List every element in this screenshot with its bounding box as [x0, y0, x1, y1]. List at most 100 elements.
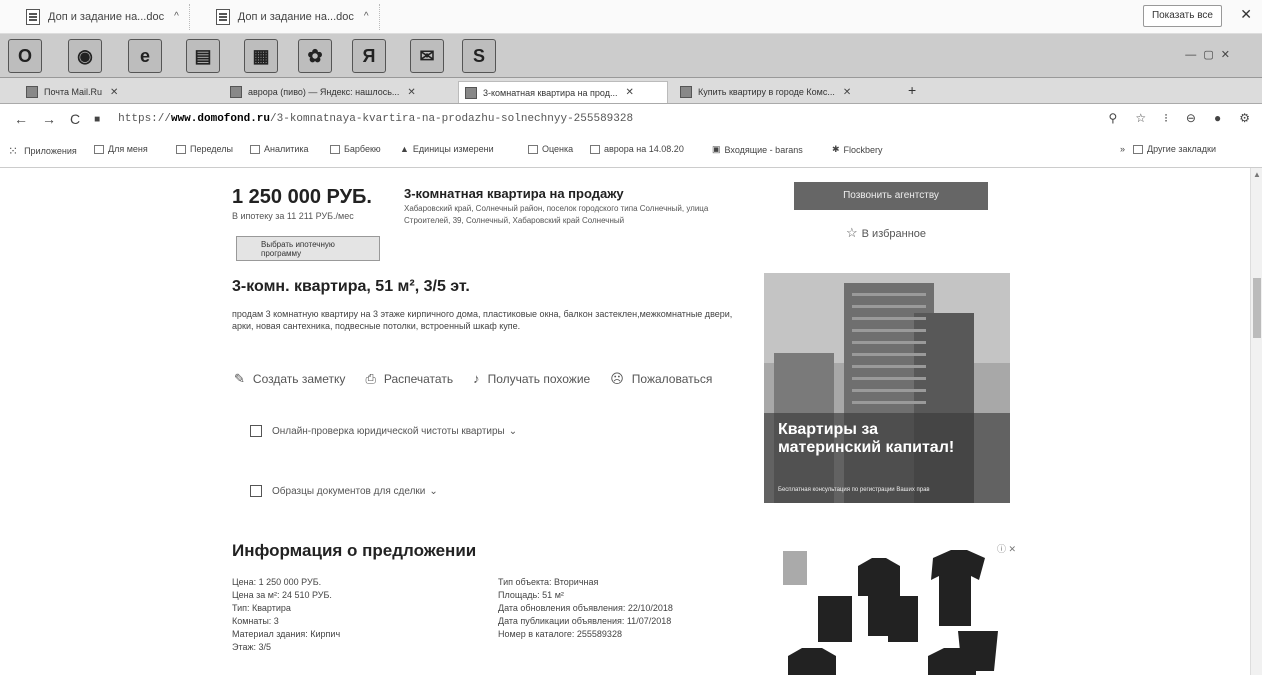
mortgage-text: В ипотеку за 11 211 РУБ./мес	[232, 211, 354, 221]
ie-icon[interactable]: e	[128, 39, 162, 73]
bookmark-folder[interactable]: Переделы	[176, 144, 233, 154]
bookmark-folder[interactable]: Для меня	[94, 144, 148, 154]
bookmark-apps[interactable]: ⁙ Приложения	[8, 144, 77, 158]
close-icon[interactable]: ✕	[407, 87, 415, 98]
tab-listing[interactable]: 3-комнатная квартира на прод... ✕	[458, 81, 668, 103]
scrollbar[interactable]: ▲	[1250, 168, 1262, 675]
document-icon	[250, 425, 262, 437]
folder-icon	[176, 144, 186, 154]
info-field: Цена за м²: 24 510 РУБ.	[232, 590, 332, 600]
offer-info-right: Тип объекта: Вторичная Площадь: 51 м² Да…	[498, 576, 673, 641]
documents-label: Образцы документов для сделки	[272, 485, 426, 497]
star-icon[interactable]: ☆	[1135, 111, 1146, 125]
ad-banner[interactable]: Квартиры за материнский капитал! Бесплат…	[764, 273, 1010, 503]
mortgage-program-button[interactable]: Выбрать ипотечную программу	[236, 236, 380, 261]
zoom-icon[interactable]: ⚲	[1109, 111, 1118, 125]
folder-icon	[94, 144, 104, 154]
forward-icon[interactable]: →	[42, 111, 56, 127]
chevron-up-icon[interactable]: ^	[364, 11, 369, 22]
info-field: Комнаты: 3	[232, 616, 279, 626]
bookmark-link[interactable]: ✱ Flockbery	[832, 144, 883, 155]
bookmark-label: Единицы измерени	[412, 144, 494, 154]
complain-button[interactable]: ☹ Пожаловаться	[610, 371, 712, 387]
tab-mail[interactable]: Почта Mail.Ru ✕	[20, 81, 220, 103]
back-icon[interactable]: ←	[14, 111, 28, 127]
scrollbar-thumb[interactable]	[1253, 278, 1261, 338]
window-controls-icon[interactable]: — ▢ ✕	[1185, 48, 1232, 61]
legal-check-link[interactable]: Онлайн-проверка юридической чистоты квар…	[250, 425, 517, 437]
tab-yandex[interactable]: аврора (пиво) — Яндекс: нашлось... ✕	[224, 81, 450, 103]
call-agency-button[interactable]: Позвонить агентству	[794, 182, 988, 210]
bookmark-folder[interactable]: Аналитика	[250, 144, 309, 154]
download-item[interactable]: Доп и задание на...doc ^	[18, 3, 190, 30]
chrome-icon[interactable]: ◉	[68, 39, 102, 73]
bookmark-folder[interactable]: Барбекю	[330, 144, 381, 154]
yandex-icon	[230, 86, 242, 98]
bookmark-label: Оценка	[542, 144, 574, 154]
folder-icon	[1133, 144, 1144, 154]
listing-heading: 3-комн. квартира, 51 м², 3/5 эт.	[232, 278, 470, 295]
url-path: /3-komnatnaya-kvartira-na-prodazhu-solne…	[270, 113, 634, 125]
close-icon[interactable]: ✕	[843, 87, 851, 98]
chevron-up-icon[interactable]: ^	[174, 11, 179, 22]
tab-search[interactable]: Купить квартиру в городе Комс... ✕	[674, 81, 900, 103]
skype-icon[interactable]: S	[462, 39, 496, 73]
mail-icon: ▣	[712, 144, 721, 154]
print-button[interactable]: ⎙ Распечатать	[365, 371, 453, 387]
ad-close-icon[interactable]: ⓘ ✕	[997, 542, 1016, 555]
yandex-icon[interactable]: Я	[352, 39, 386, 73]
close-icon[interactable]: ✕	[626, 87, 634, 98]
download-item[interactable]: Доп и задание на...doc ^	[208, 3, 380, 30]
bookmark-folder[interactable]: аврора на 14.08.20	[590, 144, 684, 154]
document-icon[interactable]: ▦	[244, 39, 278, 73]
documents-link[interactable]: Образцы документов для сделки ⌄	[250, 485, 438, 497]
clothing-ad[interactable]: ⓘ ✕	[778, 536, 1024, 675]
bookmark-label: Flockbery	[843, 144, 883, 155]
bookmark-label: Для меня	[108, 144, 148, 154]
tab-strip: Почта Mail.Ru ✕ аврора (пиво) — Яндекс: …	[0, 78, 1262, 104]
bookmark-link[interactable]: ▲ Единицы измерени	[400, 144, 494, 154]
subscribe-similar-button[interactable]: ♪ Получать похожие	[473, 371, 590, 387]
info-field: Дата публикации объявления: 11/07/2018	[498, 616, 672, 626]
speech-bubble-icon: ☹	[610, 371, 624, 386]
bookmark-folder[interactable]: Оценка	[528, 144, 573, 154]
close-icon[interactable]: ✕	[1240, 6, 1252, 23]
bookmark-label: Другие закладки	[1147, 144, 1216, 154]
create-note-button[interactable]: ✎ Создать заметку	[234, 371, 345, 387]
scroll-up-icon[interactable]: ▲	[1253, 170, 1261, 179]
download-label: Доп и задание на...doc	[237, 10, 354, 23]
offer-info-left: Цена: 1 250 000 РУБ. Цена за м²: 24 510 …	[232, 576, 340, 654]
url-input[interactable]: https://www.domofond.ru/3-komnatnaya-kva…	[118, 113, 633, 125]
favorite-label: В избранное	[861, 228, 927, 240]
settings-icon[interactable]: ✿	[298, 39, 332, 73]
show-all-button[interactable]: Показать все	[1142, 5, 1222, 27]
extension-icon[interactable]: ⁝	[1164, 111, 1168, 125]
other-bookmarks[interactable]: » Другие закладки	[1120, 144, 1216, 154]
listing-description: продам 3 комнатную квартиру на 3 этаже к…	[232, 309, 733, 331]
legal-check-label: Онлайн-проверка юридической чистоты квар…	[272, 425, 505, 437]
pencil-icon: ✎	[234, 371, 245, 386]
info-field: Материал здания: Кирпич	[232, 629, 341, 639]
mail-icon	[26, 86, 38, 98]
chevron-right-icon: »	[1120, 144, 1126, 154]
reload-icon[interactable]: C	[70, 111, 80, 127]
lock-icon[interactable]: ■	[94, 114, 100, 125]
profile-icon[interactable]: ●	[1214, 111, 1221, 125]
listing-address: Хабаровский край, Солнечный район, посел…	[404, 204, 709, 225]
bookmark-label: Аналитика	[264, 144, 309, 154]
listing-title: 3-комнатная квартира на продажу	[404, 186, 624, 201]
bookmark-link[interactable]: ▣ Входящие - barans	[712, 144, 803, 155]
files-icon[interactable]: ▤	[186, 39, 220, 73]
add-to-favorites[interactable]: ☆ В избранное	[846, 225, 926, 241]
mail-icon[interactable]: ✉	[410, 39, 444, 73]
action-label: Распечатать	[383, 372, 454, 386]
folder-icon	[250, 144, 260, 154]
action-label: Пожаловаться	[631, 372, 713, 386]
star-icon: ☆	[846, 225, 858, 240]
close-icon[interactable]: ✕	[110, 87, 118, 98]
settings-icon[interactable]: ⚙	[1239, 111, 1250, 125]
new-tab-button[interactable]: +	[908, 82, 916, 98]
opera-icon[interactable]: O	[8, 39, 42, 73]
sync-icon[interactable]: ⊖	[1186, 111, 1196, 125]
address-bar: ← → C ■ https://www.domofond.ru/3-komnat…	[0, 104, 1262, 134]
